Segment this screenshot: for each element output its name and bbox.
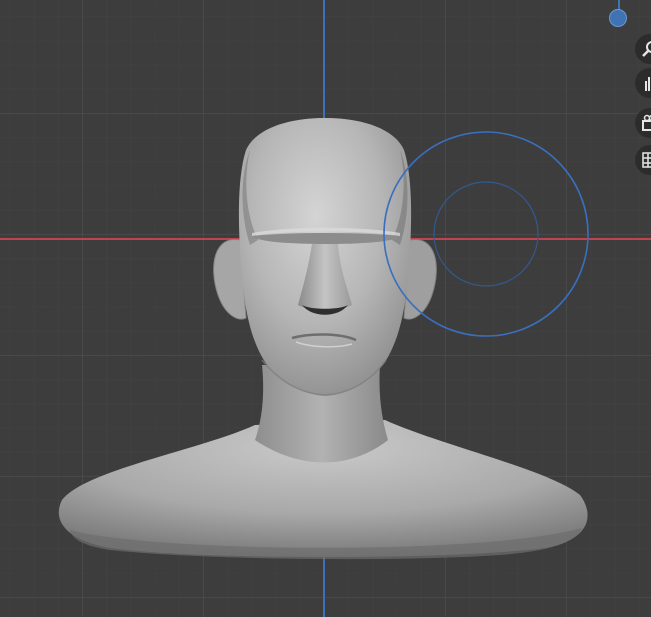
z-axis-handle[interactable] <box>609 9 627 27</box>
sculpt-head <box>238 118 412 396</box>
sculpt-scene[interactable] <box>0 0 651 617</box>
3d-viewport[interactable] <box>0 0 651 617</box>
